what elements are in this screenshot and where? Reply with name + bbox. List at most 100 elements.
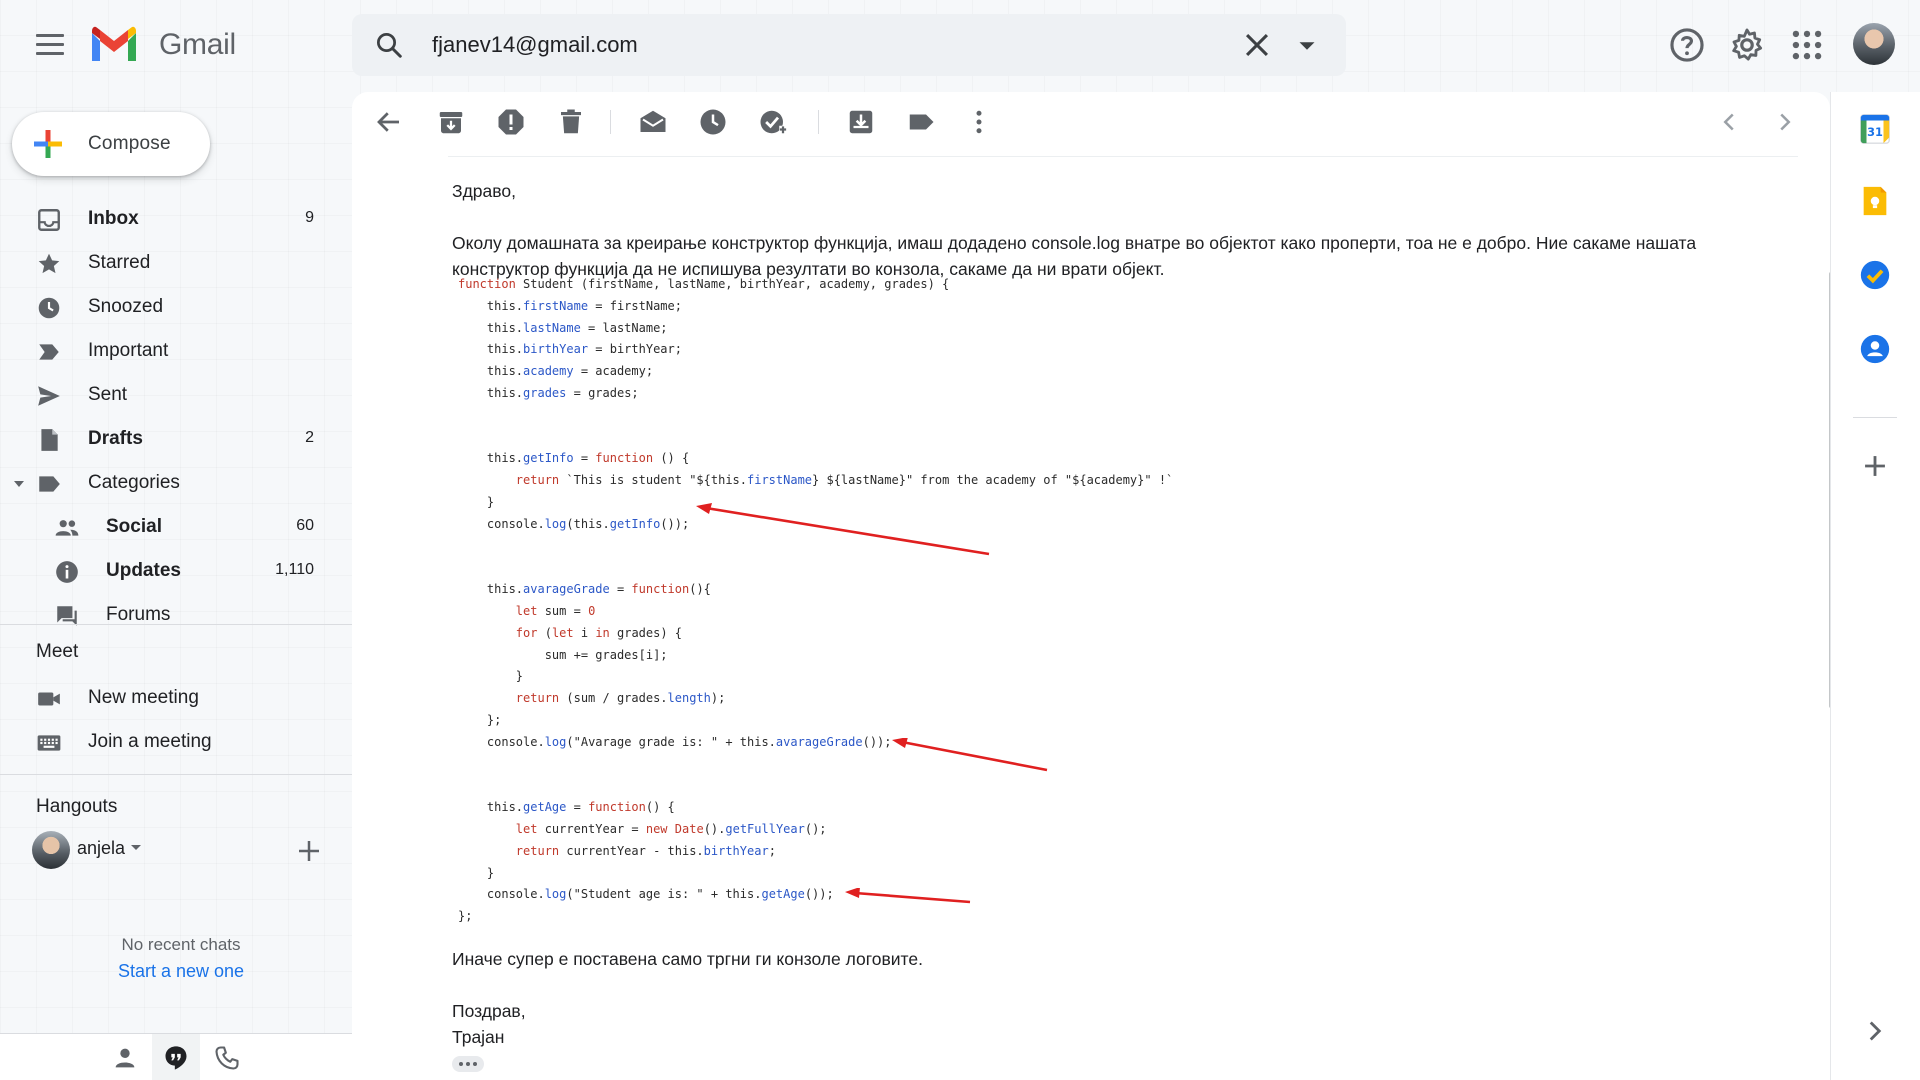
code-line: this.firstName = firstName; — [458, 298, 682, 313]
expand-caret-icon[interactable] — [14, 479, 24, 489]
sidebar-item-categories[interactable]: Categories — [0, 461, 352, 505]
code-line: for (let i in grades) { — [515, 625, 683, 640]
sidebar-item-drafts[interactable]: Drafts 2 — [0, 417, 352, 461]
search-icon[interactable] — [374, 30, 404, 60]
account-avatar[interactable] — [1853, 23, 1895, 65]
sidebar-item-count: 1,110 — [275, 561, 314, 578]
keep-notes-icon[interactable] — [1858, 184, 1892, 218]
person-icon[interactable] — [111, 1044, 139, 1072]
add-chat-icon[interactable] — [294, 836, 324, 866]
code-line: this.avarageGrade = function(){ — [458, 582, 711, 597]
video-camera-icon — [38, 692, 60, 706]
gmail-logo-icon[interactable] — [88, 25, 140, 63]
phone-icon[interactable] — [213, 1044, 241, 1072]
add-to-tasks-icon[interactable] — [758, 107, 788, 137]
move-to-icon[interactable] — [846, 107, 876, 137]
sidebar-item-label: Inbox — [88, 208, 139, 229]
code-line: this.getAge = function() { — [458, 800, 675, 815]
code-line: } — [458, 865, 495, 880]
main-menu-button[interactable] — [32, 28, 68, 64]
delete-trash-icon[interactable] — [556, 107, 586, 137]
sidebar-item-forums[interactable]: Forums — [0, 593, 352, 637]
tasks-icon[interactable] — [1858, 258, 1892, 292]
star-icon — [38, 253, 60, 274]
code-line: sum += grades[i]; — [458, 647, 668, 662]
snooze-clock-icon[interactable] — [698, 107, 728, 137]
start-new-chat-link[interactable]: Start a new one — [0, 961, 362, 982]
menu-icon-bar — [36, 52, 64, 55]
clear-search-icon[interactable] — [1240, 28, 1274, 62]
sidebar-item-label: Important — [88, 340, 169, 361]
sidebar-item-inbox[interactable]: Inbox 9 — [0, 197, 352, 241]
code-line: console.log("Student age is: " + this.ge… — [458, 887, 834, 902]
toolbar-separator — [818, 110, 819, 134]
toolbar-separator — [610, 110, 611, 134]
hangouts-status-caret-icon[interactable] — [131, 845, 141, 850]
sidebar-item-count: 60 — [296, 517, 314, 534]
sidebar-item-social[interactable]: Social 60 — [0, 505, 352, 549]
hangouts-user-name[interactable]: anjela — [77, 838, 125, 859]
help-icon[interactable] — [1668, 26, 1706, 64]
hangouts-user-avatar[interactable] — [32, 831, 70, 869]
svg-text:31: 31 — [1867, 125, 1883, 139]
message-toolbar — [352, 92, 1830, 152]
hangouts-bottom-bar — [0, 1033, 352, 1080]
compose-button[interactable]: Compose — [12, 112, 210, 176]
sidebar-item-important[interactable]: Important — [0, 329, 352, 373]
no-recent-chats-text: No recent chats — [121, 935, 241, 954]
code-line: let currentYear = new Date().getFullYear… — [515, 821, 827, 836]
code-line: this.lastName = lastName; — [458, 320, 668, 335]
code-line: } — [458, 494, 495, 509]
contacts-icon[interactable] — [1858, 332, 1892, 366]
label-tag-icon[interactable] — [906, 107, 936, 137]
settings-gear-icon[interactable] — [1728, 26, 1766, 64]
apps-grid-icon[interactable] — [1788, 26, 1826, 64]
code-screenshot: function Student (firstName, lastName, b… — [458, 274, 1258, 928]
join-meeting-button[interactable]: Join a meeting — [0, 720, 352, 764]
sidebar-item-sent[interactable]: Sent — [0, 373, 352, 417]
menu-icon-bar — [36, 43, 64, 46]
dot — [466, 1062, 470, 1066]
older-chevron-right-icon[interactable] — [1770, 107, 1800, 137]
sidebar-item-updates[interactable]: Updates 1,110 — [0, 549, 352, 593]
people-icon — [55, 520, 79, 536]
sidebar-item-label: Sent — [88, 384, 128, 405]
sidebar-item-label: Drafts — [88, 428, 143, 449]
search-bar[interactable]: fjanev14@gmail.com — [352, 14, 1346, 76]
code-line: return (sum / grades.length); — [515, 691, 726, 706]
report-spam-icon[interactable] — [496, 107, 526, 137]
search-input[interactable]: fjanev14@gmail.com — [432, 32, 638, 58]
code-line: return currentYear - this.birthYear; — [515, 843, 776, 858]
archive-icon[interactable] — [436, 107, 466, 137]
newer-chevron-left-icon[interactable] — [1714, 107, 1744, 137]
get-addons-plus-icon[interactable] — [1858, 449, 1892, 483]
sidebar-item-label: Categories — [88, 472, 180, 493]
compose-plus-icon — [34, 130, 62, 158]
code-line: this.grades = grades; — [458, 385, 639, 400]
expand-panel-chevron-icon[interactable] — [1858, 1014, 1892, 1048]
sidebar-item-snoozed[interactable]: Snoozed — [0, 285, 352, 329]
new-meeting-button[interactable]: New meeting — [0, 676, 352, 720]
show-trimmed-content-button[interactable] — [452, 1056, 484, 1072]
side-panel: 31 — [1830, 92, 1920, 1080]
code-line: let sum = 0 — [515, 603, 596, 618]
search-options-icon[interactable] — [1292, 31, 1322, 61]
sidebar-item-label: Updates — [106, 560, 181, 581]
meet-section-title: Meet — [36, 641, 79, 662]
sidebar-item-starred[interactable]: Starred — [0, 241, 352, 285]
app-name: Gmail — [159, 28, 236, 61]
label-icon — [39, 476, 60, 492]
important-icon — [39, 344, 59, 360]
mark-unread-icon[interactable] — [638, 107, 668, 137]
menu-icon-bar — [36, 34, 64, 37]
top-header: Gmail fjanev14@gmail.com — [0, 0, 1920, 92]
nav-divider — [0, 624, 352, 625]
calendar-icon[interactable]: 31 — [1858, 112, 1892, 146]
back-arrow-icon[interactable] — [374, 107, 404, 137]
hangouts-chat-icon[interactable] — [162, 1044, 190, 1072]
side-panel-separator — [1853, 417, 1897, 418]
more-vert-icon[interactable] — [964, 107, 994, 137]
sidebar-item-label: Social — [106, 516, 162, 537]
